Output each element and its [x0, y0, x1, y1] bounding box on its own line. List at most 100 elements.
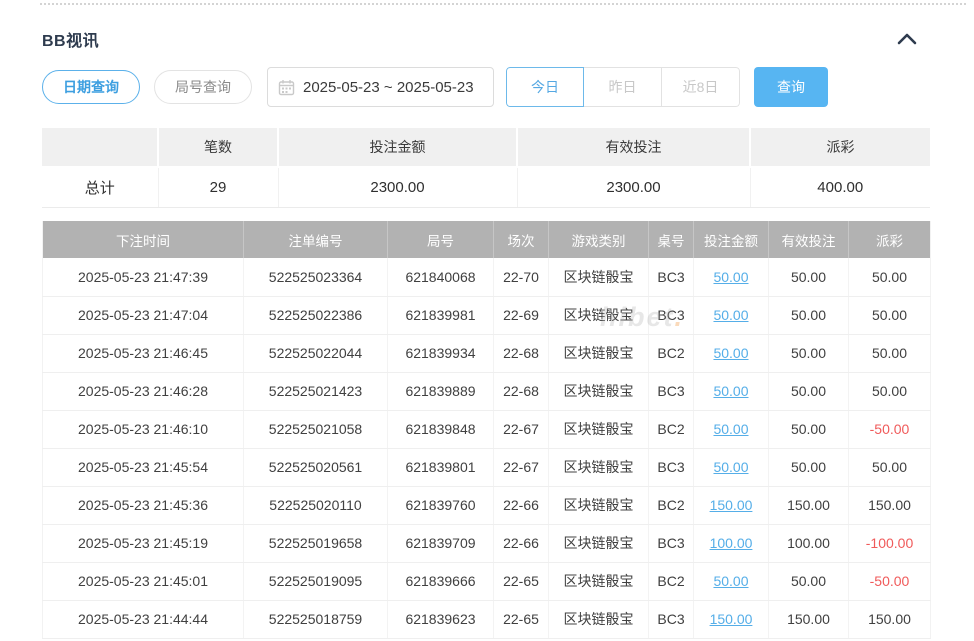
page: BB视讯 日期查询 局号查询 2025-05-23 ~ 2025-05-23 今…: [0, 0, 974, 641]
table-row: 2025-05-23 21:45:54 522525020561 6218398…: [43, 448, 931, 486]
summary-header-count: 笔数: [158, 128, 278, 167]
chevron-up-icon[interactable]: [896, 30, 918, 48]
table-row: 2025-05-23 21:46:45 522525022044 6218399…: [43, 334, 931, 372]
cell-valid-bet: 50.00: [769, 334, 849, 372]
cell-payout: 50.00: [849, 258, 931, 296]
summary-header-bet-amount: 投注金额: [278, 128, 517, 167]
cell-order-no: 522525019095: [244, 562, 388, 600]
tab-date-query[interactable]: 日期查询: [42, 70, 140, 104]
cell-bet-amount: 50.00: [694, 410, 769, 448]
table-row: 2025-05-23 21:45:01 522525019095 6218396…: [43, 562, 931, 600]
cell-valid-bet: 150.00: [769, 600, 849, 638]
cell-session: 22-68: [494, 372, 549, 410]
cell-session: 22-66: [494, 524, 549, 562]
cell-round-no: 621839666: [388, 562, 494, 600]
bet-amount-link[interactable]: 50.00: [713, 269, 748, 285]
cell-round-no: 621839934: [388, 334, 494, 372]
page-title: BB视讯: [42, 27, 99, 51]
cell-bet-time: 2025-05-23 21:45:01: [43, 562, 244, 600]
summary-header-empty: [42, 128, 158, 167]
cell-order-no: 522525021423: [244, 372, 388, 410]
table-row: 2025-05-23 21:47:04 522525022386 6218399…: [43, 296, 931, 334]
bet-amount-link[interactable]: 50.00: [713, 421, 748, 437]
summary-payout-value: 400.00: [750, 167, 930, 207]
cell-valid-bet: 150.00: [769, 486, 849, 524]
cell-session: 22-67: [494, 448, 549, 486]
cell-table-no: BC3: [649, 296, 694, 334]
cell-order-no: 522525022044: [244, 334, 388, 372]
summary-header-valid-bet: 有效投注: [517, 128, 750, 167]
table-row: 2025-05-23 21:46:28 522525021423 6218398…: [43, 372, 931, 410]
bet-amount-link[interactable]: 50.00: [713, 307, 748, 323]
bet-amount-link[interactable]: 150.00: [710, 497, 753, 513]
cell-table-no: BC2: [649, 334, 694, 372]
cell-round-no: 621839760: [388, 486, 494, 524]
col-round-no: 局号: [388, 221, 494, 258]
col-session: 场次: [494, 221, 549, 258]
col-valid-bet: 有效投注: [769, 221, 849, 258]
cell-game-type: 区块链骰宝: [549, 296, 649, 334]
summary-header-row: 笔数 投注金额 有效投注 派彩: [42, 128, 930, 167]
table-row: 2025-05-23 21:44:44 522525018759 6218396…: [43, 600, 931, 638]
cell-game-type: 区块链骰宝: [549, 372, 649, 410]
cell-session: 22-69: [494, 296, 549, 334]
cell-game-type: 区块链骰宝: [549, 600, 649, 638]
cell-bet-time: 2025-05-23 21:45:19: [43, 524, 244, 562]
bet-amount-link[interactable]: 100.00: [710, 535, 753, 551]
cell-bet-amount: 50.00: [694, 372, 769, 410]
top-dashed-divider: [40, 3, 966, 5]
search-button[interactable]: 查询: [754, 67, 828, 107]
summary-count-value: 29: [158, 167, 278, 207]
cell-order-no: 522525020561: [244, 448, 388, 486]
bet-amount-link[interactable]: 50.00: [713, 345, 748, 361]
cell-bet-time: 2025-05-23 21:44:44: [43, 600, 244, 638]
bet-amount-link[interactable]: 50.00: [713, 573, 748, 589]
cell-payout: 150.00: [849, 600, 931, 638]
cell-session: 22-66: [494, 486, 549, 524]
range-yesterday-button[interactable]: 昨日: [584, 67, 662, 107]
cell-round-no: 621839709: [388, 524, 494, 562]
summary-total-label: 总计: [42, 167, 158, 207]
cell-payout: 50.00: [849, 296, 931, 334]
cell-valid-bet: 50.00: [769, 410, 849, 448]
records-table: 下注时间 注单编号 局号 场次 游戏类别 桌号 投注金额 有效投注 派彩 202…: [42, 221, 931, 639]
bet-amount-link[interactable]: 50.00: [713, 383, 748, 399]
cell-table-no: BC3: [649, 524, 694, 562]
col-bet-amount: 投注金额: [694, 221, 769, 258]
table-row: 2025-05-23 21:45:36 522525020110 6218397…: [43, 486, 931, 524]
cell-bet-time: 2025-05-23 21:47:39: [43, 258, 244, 296]
cell-bet-time: 2025-05-23 21:45:36: [43, 486, 244, 524]
range-today-button[interactable]: 今日: [506, 67, 584, 107]
cell-round-no: 621839981: [388, 296, 494, 334]
cell-order-no: 522525022386: [244, 296, 388, 334]
date-range-picker[interactable]: 2025-05-23 ~ 2025-05-23: [267, 67, 494, 107]
col-order-no: 注单编号: [244, 221, 388, 258]
table-row: 2025-05-23 21:46:10 522525021058 6218398…: [43, 410, 931, 448]
cell-bet-time: 2025-05-23 21:46:10: [43, 410, 244, 448]
cell-game-type: 区块链骰宝: [549, 486, 649, 524]
cell-valid-bet: 50.00: [769, 258, 849, 296]
cell-round-no: 621840068: [388, 258, 494, 296]
cell-bet-amount: 50.00: [694, 258, 769, 296]
col-bet-time: 下注时间: [43, 221, 244, 258]
cell-bet-amount: 50.00: [694, 296, 769, 334]
cell-game-type: 区块链骰宝: [549, 524, 649, 562]
summary-header-payout: 派彩: [750, 128, 930, 167]
cell-table-no: BC3: [649, 448, 694, 486]
cell-game-type: 区块链骰宝: [549, 258, 649, 296]
cell-payout: -50.00: [849, 562, 931, 600]
bet-amount-link[interactable]: 150.00: [710, 611, 753, 627]
cell-game-type: 区块链骰宝: [549, 562, 649, 600]
cell-bet-amount: 50.00: [694, 448, 769, 486]
cell-round-no: 621839848: [388, 410, 494, 448]
bet-amount-link[interactable]: 50.00: [713, 459, 748, 475]
tab-round-query[interactable]: 局号查询: [154, 70, 252, 104]
cell-bet-time: 2025-05-23 21:45:54: [43, 448, 244, 486]
summary-bet-amount-value: 2300.00: [278, 167, 517, 207]
filter-bar: 日期查询 局号查询 2025-05-23 ~ 2025-05-23 今日 昨日 …: [42, 66, 930, 108]
range-last8days-button[interactable]: 近8日: [662, 67, 740, 107]
cell-payout: 150.00: [849, 486, 931, 524]
cell-bet-time: 2025-05-23 21:47:04: [43, 296, 244, 334]
summary-valid-bet-value: 2300.00: [517, 167, 750, 207]
col-payout: 派彩: [849, 221, 931, 258]
